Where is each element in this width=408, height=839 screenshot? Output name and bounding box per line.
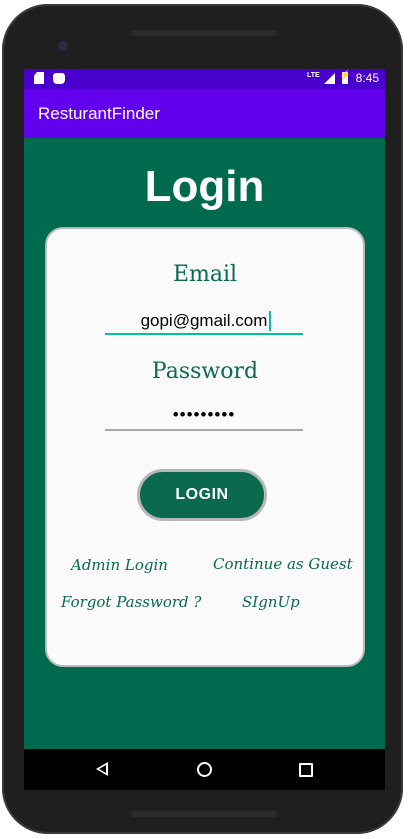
signal-icon xyxy=(323,72,335,84)
page-title: Login xyxy=(144,162,265,211)
earpiece-speaker xyxy=(131,30,277,36)
network-type: LTE xyxy=(306,72,320,79)
clock: 8:45 xyxy=(355,71,379,85)
signup-link[interactable]: SIgnUp xyxy=(242,593,300,611)
bottom-speaker xyxy=(131,811,277,817)
login-button[interactable]: LOGIN xyxy=(137,469,267,521)
navigation-bar xyxy=(24,749,385,790)
status-notifications xyxy=(34,72,65,84)
recents-icon[interactable] xyxy=(299,763,313,777)
admin-login-link[interactable]: Admin Login xyxy=(71,556,168,574)
email-field[interactable] xyxy=(105,306,303,336)
forgot-password-link[interactable]: Forgot Password ? xyxy=(61,593,201,611)
android-icon xyxy=(53,73,65,84)
home-icon[interactable] xyxy=(197,762,212,777)
screen: LTE 8:45 ResturantFinder Login Email Pas… xyxy=(24,69,385,790)
sd-card-icon xyxy=(34,72,44,84)
text-cursor xyxy=(269,311,271,331)
battery-charging-icon xyxy=(340,70,351,84)
email-underline xyxy=(105,333,303,335)
password-field[interactable] xyxy=(105,400,303,430)
back-icon-inner xyxy=(98,765,106,773)
login-screen: Login Email Password LOGIN Admin Login C… xyxy=(24,138,385,749)
login-card: Email Password LOGIN Admin Login Continu… xyxy=(45,227,365,667)
phone-frame: LTE 8:45 ResturantFinder Login Email Pas… xyxy=(2,4,403,834)
continue-as-guest-link[interactable]: Continue as Guest xyxy=(213,555,353,573)
app-bar: ResturantFinder xyxy=(24,89,385,138)
password-underline xyxy=(105,429,303,431)
password-label: Password xyxy=(151,359,259,384)
app-title: ResturantFinder xyxy=(38,104,160,123)
email-label: Email xyxy=(172,262,238,287)
status-bar: LTE 8:45 xyxy=(24,69,385,89)
status-indicators: LTE 8:45 xyxy=(306,70,379,85)
front-camera xyxy=(58,41,68,51)
